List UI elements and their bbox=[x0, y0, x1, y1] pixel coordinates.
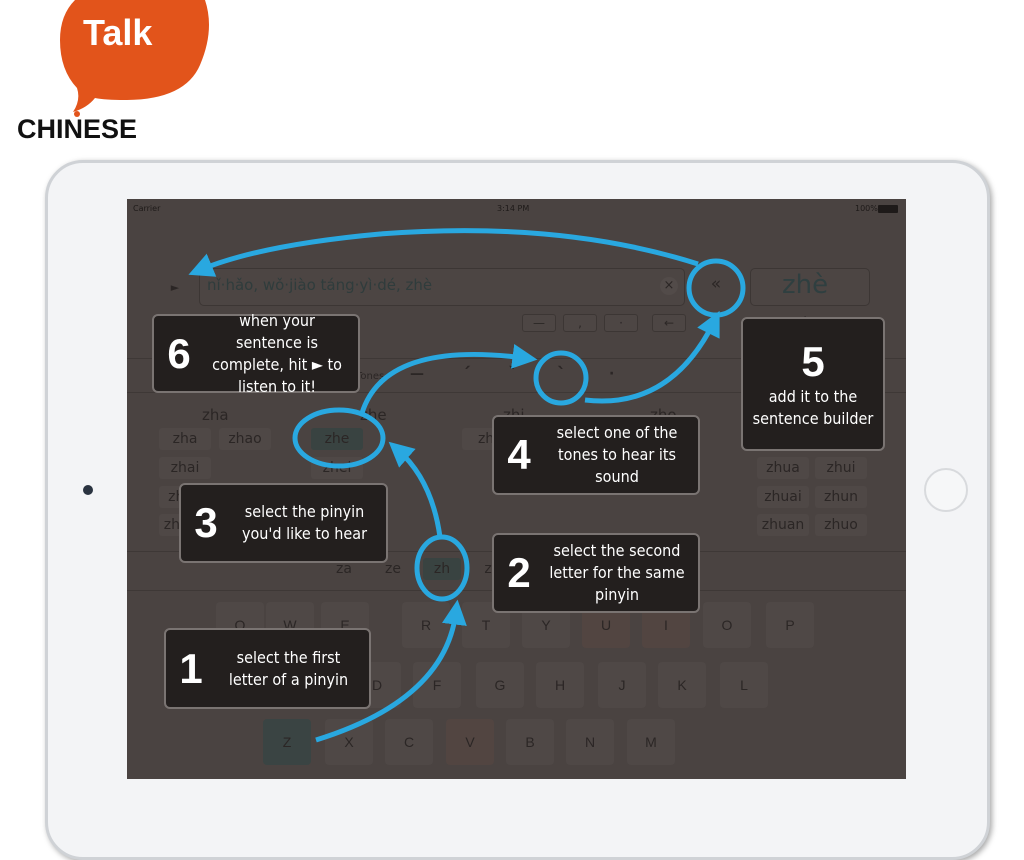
highlight-circle-add bbox=[686, 258, 746, 318]
highlight-circle-tone bbox=[533, 350, 589, 406]
arrow-2 bbox=[388, 441, 443, 538]
highlight-circle-second-letter bbox=[414, 534, 470, 602]
annotation-overlay bbox=[188, 228, 746, 743]
arrow-1 bbox=[315, 599, 467, 743]
arrow-5 bbox=[188, 228, 699, 277]
arrow-4 bbox=[584, 310, 720, 404]
arrow-3 bbox=[359, 344, 538, 414]
highlight-circle-pinyin bbox=[292, 407, 386, 469]
